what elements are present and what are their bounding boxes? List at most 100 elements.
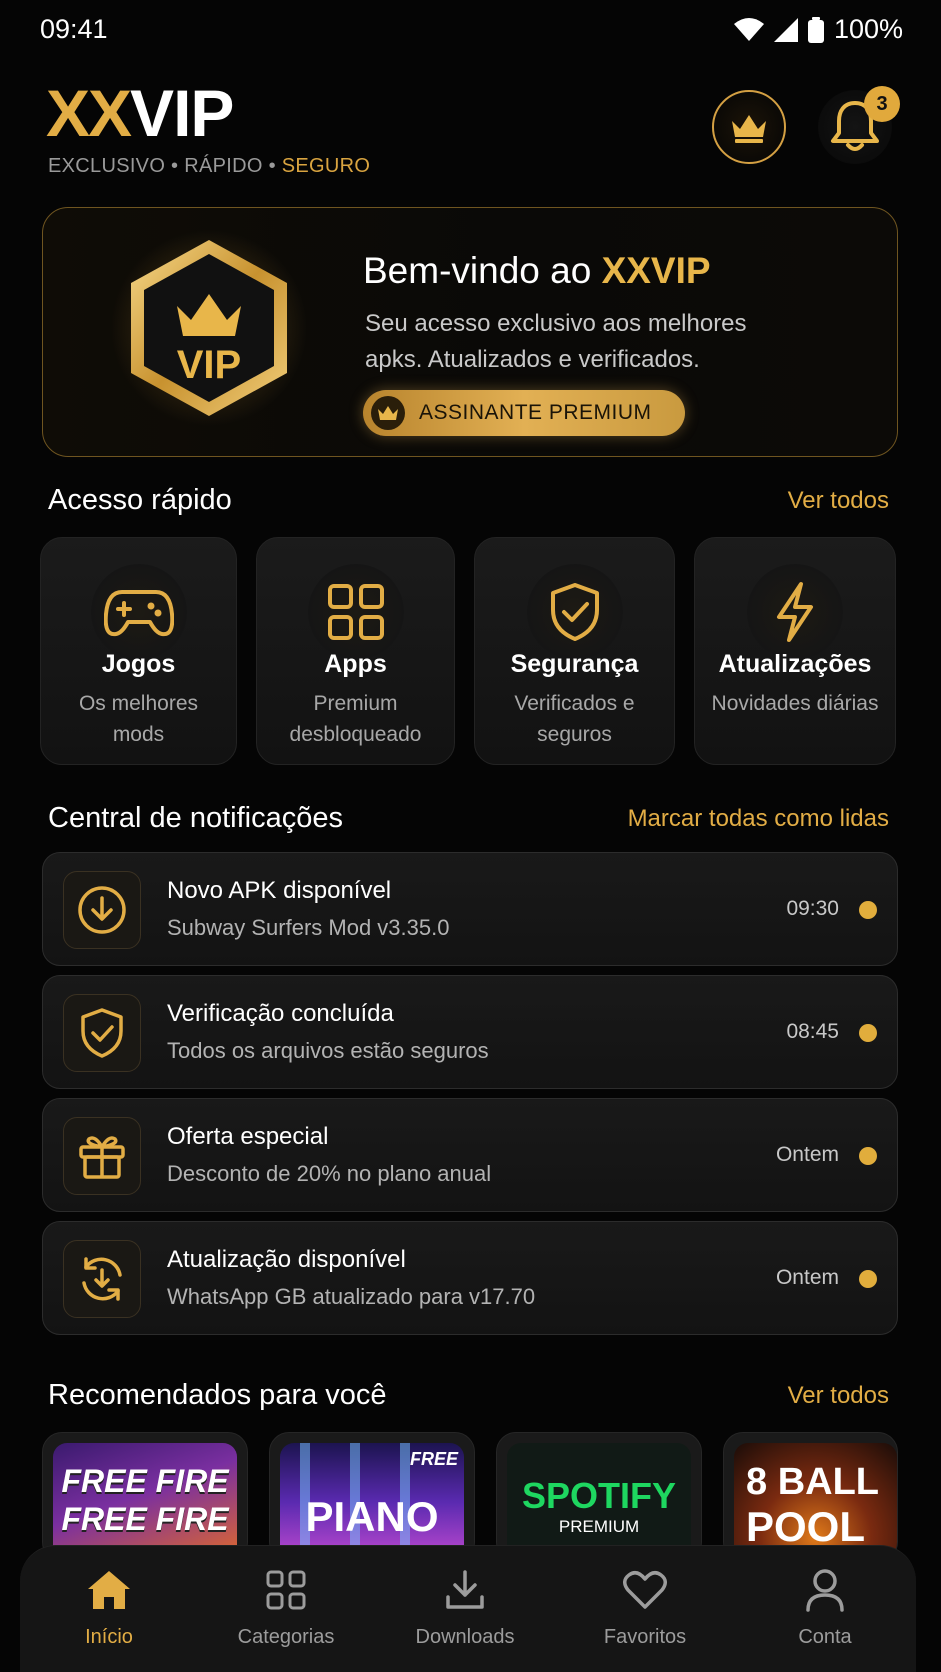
status-bar: 09:41 100% — [0, 0, 941, 60]
crown-icon — [371, 396, 405, 430]
status-indicators: 100% — [733, 14, 903, 45]
nav-favorites[interactable]: Favoritos — [570, 1566, 720, 1649]
quick-access-see-all-link[interactable]: Ver todos — [788, 487, 889, 515]
recommended-app-spotify[interactable]: SPOTIFY PREMIUM — [496, 1432, 702, 1562]
premium-subscriber-label: ASSINANTE PREMIUM — [419, 401, 652, 424]
8-ball-pool-line1: 8 BALL — [746, 1461, 879, 1503]
signal-icon — [773, 17, 798, 42]
notification-item[interactable]: Atualização disponível WhatsApp GB atual… — [42, 1221, 898, 1335]
recommended-app-piano[interactable]: FREE PIANO — [269, 1432, 475, 1562]
notification-time: 08:45 — [786, 1020, 839, 1043]
quick-access-apps[interactable]: Apps Premium desbloqueado — [256, 537, 455, 765]
battery-icon — [807, 16, 824, 43]
quick-access-security-title: Segurança — [510, 650, 639, 678]
grid-icon — [307, 564, 404, 660]
quick-access-apps-subtitle: Premium desbloqueado — [289, 692, 422, 746]
8-ball-pool-line2: POOL — [746, 1503, 866, 1550]
quick-access-updates-subtitle: Novidades diárias — [711, 692, 879, 715]
quick-access-title: Acesso rápido — [48, 484, 232, 516]
notifications-title: Central de notificações — [48, 802, 343, 834]
tagline-sep: • — [171, 155, 179, 177]
nav-home-label: Início — [85, 1626, 133, 1648]
notification-title: Novo APK disponível — [167, 877, 392, 904]
notification-count-badge: 3 — [864, 86, 900, 122]
notification-time: 09:30 — [786, 897, 839, 920]
refresh-download-icon — [63, 1240, 141, 1318]
spotify-title: SPOTIFY — [521, 1475, 677, 1516]
nav-account[interactable]: Conta — [750, 1566, 900, 1649]
piano-thumbnail: FREE PIANO — [280, 1443, 464, 1561]
notification-subtitle: Todos os arquivos estão seguros — [167, 1038, 489, 1063]
free-fire-line2: FREE FIRE — [61, 1501, 229, 1537]
download-icon — [390, 1566, 540, 1614]
app-logo: XX VIP — [46, 76, 234, 150]
recommended-title: Recomendados para você — [48, 1379, 387, 1411]
nav-favorites-label: Favoritos — [603, 1626, 687, 1648]
vip-badge-icon: VIP — [109, 228, 309, 428]
welcome-title-brand: XXVIP — [601, 250, 711, 291]
notification-title: Verificação concluída — [167, 1000, 394, 1027]
notification-time: Ontem — [775, 1266, 839, 1289]
notification-subtitle: Desconto de 20% no plano anual — [167, 1161, 492, 1186]
tagline-exclusivo: EXCLUSIVO — [48, 155, 166, 177]
unread-dot — [859, 1024, 877, 1042]
spotify-thumbnail: SPOTIFY PREMIUM — [507, 1443, 691, 1561]
welcome-banner: VIP Bem-vindo ao XXVIP Seu acesso exclus… — [42, 207, 898, 457]
tagline: EXCLUSIVO • RÁPIDO • SEGURO — [48, 155, 370, 178]
unread-dot — [859, 901, 877, 919]
unread-dot — [859, 1147, 877, 1165]
battery-percent: 100% — [833, 14, 903, 44]
quick-access-updates-title: Atualizações — [718, 650, 872, 678]
spotify-subtitle: PREMIUM — [558, 1517, 640, 1536]
nav-home[interactable]: Início — [34, 1566, 184, 1649]
download-circle-icon — [63, 871, 141, 949]
notification-title: Atualização disponível — [167, 1246, 406, 1273]
quick-access-games-subtitle: Os melhores mods — [78, 692, 199, 746]
premium-crown-button[interactable] — [712, 90, 786, 164]
vip-badge-text: VIP — [177, 343, 241, 387]
welcome-title: Bem-vindo ao XXVIP — [363, 250, 711, 292]
crown-icon — [732, 115, 766, 143]
quick-access-security[interactable]: Segurança Verificados e seguros — [474, 537, 675, 765]
logo-xx: XX — [46, 76, 132, 150]
nav-categories[interactable]: Categorias — [211, 1566, 361, 1649]
welcome-title-prefix: Bem-vindo ao — [363, 250, 602, 291]
unread-dot — [859, 1270, 877, 1288]
tagline-sep: • — [268, 155, 276, 177]
heart-icon — [570, 1566, 720, 1614]
lightning-icon — [747, 564, 843, 660]
quick-access-security-subtitle: Verificados e seguros — [514, 692, 635, 746]
notification-item[interactable]: Novo APK disponível Subway Surfers Mod v… — [42, 852, 898, 966]
grid-icon — [211, 1566, 361, 1614]
wifi-icon — [733, 17, 764, 41]
notification-time: Ontem — [775, 1143, 839, 1166]
notification-subtitle: WhatsApp GB atualizado para v17.70 — [167, 1284, 536, 1309]
nav-categories-label: Categorias — [237, 1626, 335, 1648]
recommended-app-free-fire[interactable]: FREE FIRE FREE FIRE — [42, 1432, 248, 1562]
tagline-seguro: SEGURO — [281, 155, 371, 177]
gamepad-icon — [90, 564, 187, 660]
nav-downloads-label: Downloads — [415, 1626, 515, 1648]
nav-account-label: Conta — [798, 1626, 852, 1648]
recommended-app-8-ball-pool[interactable]: 8 BALL POOL — [723, 1432, 898, 1562]
piano-title: PIANO — [305, 1493, 439, 1540]
notification-subtitle: Subway Surfers Mod v3.35.0 — [167, 915, 450, 940]
notification-item[interactable]: Verificação concluída Todos os arquivos … — [42, 975, 898, 1089]
8-ball-pool-thumbnail: 8 BALL POOL — [734, 1443, 897, 1561]
recommended-see-all-link[interactable]: Ver todos — [788, 1382, 889, 1410]
quick-access-games-title: Jogos — [101, 650, 176, 678]
quick-access-games[interactable]: Jogos Os melhores mods — [40, 537, 237, 765]
mark-all-read-link[interactable]: Marcar todas como lidas — [628, 805, 889, 833]
notification-item[interactable]: Oferta especial Desconto de 20% no plano… — [42, 1098, 898, 1212]
shield-check-icon — [526, 564, 623, 660]
user-icon — [750, 1566, 900, 1614]
shield-check-icon — [63, 994, 141, 1072]
welcome-description: Seu acesso exclusivo aos melhores apks. … — [365, 310, 747, 373]
tagline-rapido: RÁPIDO — [184, 155, 263, 177]
status-time: 09:41 — [40, 14, 108, 44]
premium-subscriber-badge[interactable]: ASSINANTE PREMIUM — [363, 390, 685, 436]
nav-downloads[interactable]: Downloads — [390, 1566, 540, 1649]
bottom-navigation: Início Categorias Downloads Favoritos Co… — [20, 1545, 916, 1672]
logo-vip: VIP — [130, 76, 234, 150]
quick-access-updates[interactable]: Atualizações Novidades diárias — [694, 537, 896, 765]
